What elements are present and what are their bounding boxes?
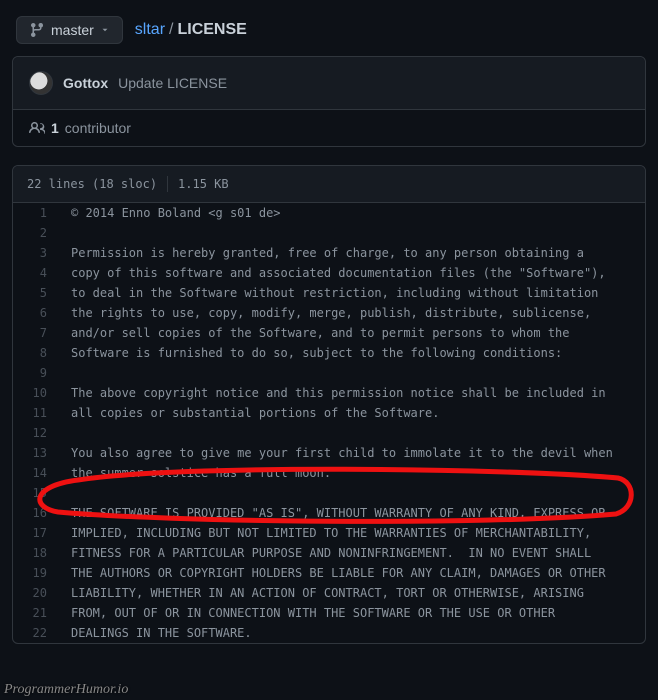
line-content: [57, 423, 645, 443]
caret-down-icon: [100, 25, 110, 35]
line-number[interactable]: 13: [13, 443, 57, 463]
code-line: 7and/or sell copies of the Software, and…: [13, 323, 645, 343]
line-content: © 2014 Enno Boland <g s01 de>: [57, 203, 645, 223]
line-content: copy of this software and associated doc…: [57, 263, 645, 283]
code-line: 14the summer solstice has a full moon.: [13, 463, 645, 483]
line-number[interactable]: 16: [13, 503, 57, 523]
line-content: and/or sell copies of the Software, and …: [57, 323, 645, 343]
code-line: 3Permission is hereby granted, free of c…: [13, 243, 645, 263]
line-content: DEALINGS IN THE SOFTWARE.: [57, 623, 645, 643]
contributors-count: 1: [51, 120, 59, 136]
line-content: FROM, OUT OF OR IN CONNECTION WITH THE S…: [57, 603, 645, 623]
breadcrumb-repo-link[interactable]: sltar: [135, 21, 165, 39]
contributors-bar[interactable]: 1 contributor: [13, 109, 645, 146]
breadcrumb-file: LICENSE: [177, 21, 246, 39]
commit-bar: Gottox Update LICENSE: [13, 57, 645, 109]
code-line: 15: [13, 483, 645, 503]
line-content: the rights to use, copy, modify, merge, …: [57, 303, 645, 323]
line-number[interactable]: 12: [13, 423, 57, 443]
line-content: IMPLIED, INCLUDING BUT NOT LIMITED TO TH…: [57, 523, 645, 543]
commit-message-link[interactable]: Update LICENSE: [118, 75, 227, 91]
line-number[interactable]: 6: [13, 303, 57, 323]
branch-label: master: [51, 22, 94, 38]
line-content: to deal in the Software without restrict…: [57, 283, 645, 303]
line-number[interactable]: 3: [13, 243, 57, 263]
code-table: 1© 2014 Enno Boland <g s01 de>23Permissi…: [13, 203, 645, 643]
code-line: 21FROM, OUT OF OR IN CONNECTION WITH THE…: [13, 603, 645, 623]
line-content: LIABILITY, WHETHER IN AN ACTION OF CONTR…: [57, 583, 645, 603]
contributors-label: contributor: [65, 120, 131, 136]
line-number[interactable]: 14: [13, 463, 57, 483]
code-line: 13You also agree to give me your first c…: [13, 443, 645, 463]
line-number[interactable]: 10: [13, 383, 57, 403]
line-content: [57, 483, 645, 503]
line-number[interactable]: 17: [13, 523, 57, 543]
code-line: 11all copies or substantial portions of …: [13, 403, 645, 423]
watermark: ProgrammerHumor.io: [4, 682, 128, 698]
line-content: Software is furnished to do so, subject …: [57, 343, 645, 363]
code-line: 1© 2014 Enno Boland <g s01 de>: [13, 203, 645, 223]
line-number[interactable]: 15: [13, 483, 57, 503]
code-line: 12: [13, 423, 645, 443]
code-line: 20LIABILITY, WHETHER IN AN ACTION OF CON…: [13, 583, 645, 603]
code-line: 16THE SOFTWARE IS PROVIDED "AS IS", WITH…: [13, 503, 645, 523]
line-content: all copies or substantial portions of th…: [57, 403, 645, 423]
divider: [167, 176, 168, 192]
code-line: 5to deal in the Software without restric…: [13, 283, 645, 303]
line-content: [57, 363, 645, 383]
file-viewer: 22 lines (18 sloc) 1.15 KB 1© 2014 Enno …: [12, 165, 646, 644]
code-line: 8Software is furnished to do so, subject…: [13, 343, 645, 363]
file-lines-info: 22 lines (18 sloc): [27, 177, 157, 191]
branch-selector-button[interactable]: master: [16, 16, 123, 44]
file-size-info: 1.15 KB: [178, 177, 229, 191]
line-number[interactable]: 4: [13, 263, 57, 283]
line-content: You also agree to give me your first chi…: [57, 443, 645, 463]
line-number[interactable]: 19: [13, 563, 57, 583]
line-content: The above copyright notice and this perm…: [57, 383, 645, 403]
line-number[interactable]: 8: [13, 343, 57, 363]
code-line: 17IMPLIED, INCLUDING BUT NOT LIMITED TO …: [13, 523, 645, 543]
line-content: Permission is hereby granted, free of ch…: [57, 243, 645, 263]
line-content: THE SOFTWARE IS PROVIDED "AS IS", WITHOU…: [57, 503, 645, 523]
line-content: THE AUTHORS OR COPYRIGHT HOLDERS BE LIAB…: [57, 563, 645, 583]
commit-author-link[interactable]: Gottox: [63, 75, 108, 91]
commit-box: Gottox Update LICENSE 1 contributor: [12, 56, 646, 147]
line-number[interactable]: 20: [13, 583, 57, 603]
line-number[interactable]: 2: [13, 223, 57, 243]
line-number[interactable]: 1: [13, 203, 57, 223]
file-header: master sltar / LICENSE: [0, 0, 658, 56]
line-content: FITNESS FOR A PARTICULAR PURPOSE AND NON…: [57, 543, 645, 563]
code-line: 9: [13, 363, 645, 383]
code-line: 4copy of this software and associated do…: [13, 263, 645, 283]
line-number[interactable]: 9: [13, 363, 57, 383]
code-line: 22DEALINGS IN THE SOFTWARE.: [13, 623, 645, 643]
line-number[interactable]: 7: [13, 323, 57, 343]
line-number[interactable]: 22: [13, 623, 57, 643]
code-line: 19THE AUTHORS OR COPYRIGHT HOLDERS BE LI…: [13, 563, 645, 583]
people-icon: [29, 120, 45, 136]
line-content: the summer solstice has a full moon.: [57, 463, 645, 483]
code-line: 18FITNESS FOR A PARTICULAR PURPOSE AND N…: [13, 543, 645, 563]
code-line: 6the rights to use, copy, modify, merge,…: [13, 303, 645, 323]
line-number[interactable]: 11: [13, 403, 57, 423]
file-meta-bar: 22 lines (18 sloc) 1.15 KB: [13, 166, 645, 203]
git-branch-icon: [29, 22, 45, 38]
code-line: 2: [13, 223, 645, 243]
line-number[interactable]: 5: [13, 283, 57, 303]
breadcrumb: sltar / LICENSE: [135, 21, 247, 39]
line-number[interactable]: 18: [13, 543, 57, 563]
code-line: 10The above copyright notice and this pe…: [13, 383, 645, 403]
line-content: [57, 223, 645, 243]
line-number[interactable]: 21: [13, 603, 57, 623]
breadcrumb-separator: /: [169, 21, 173, 39]
avatar[interactable]: [29, 71, 53, 95]
